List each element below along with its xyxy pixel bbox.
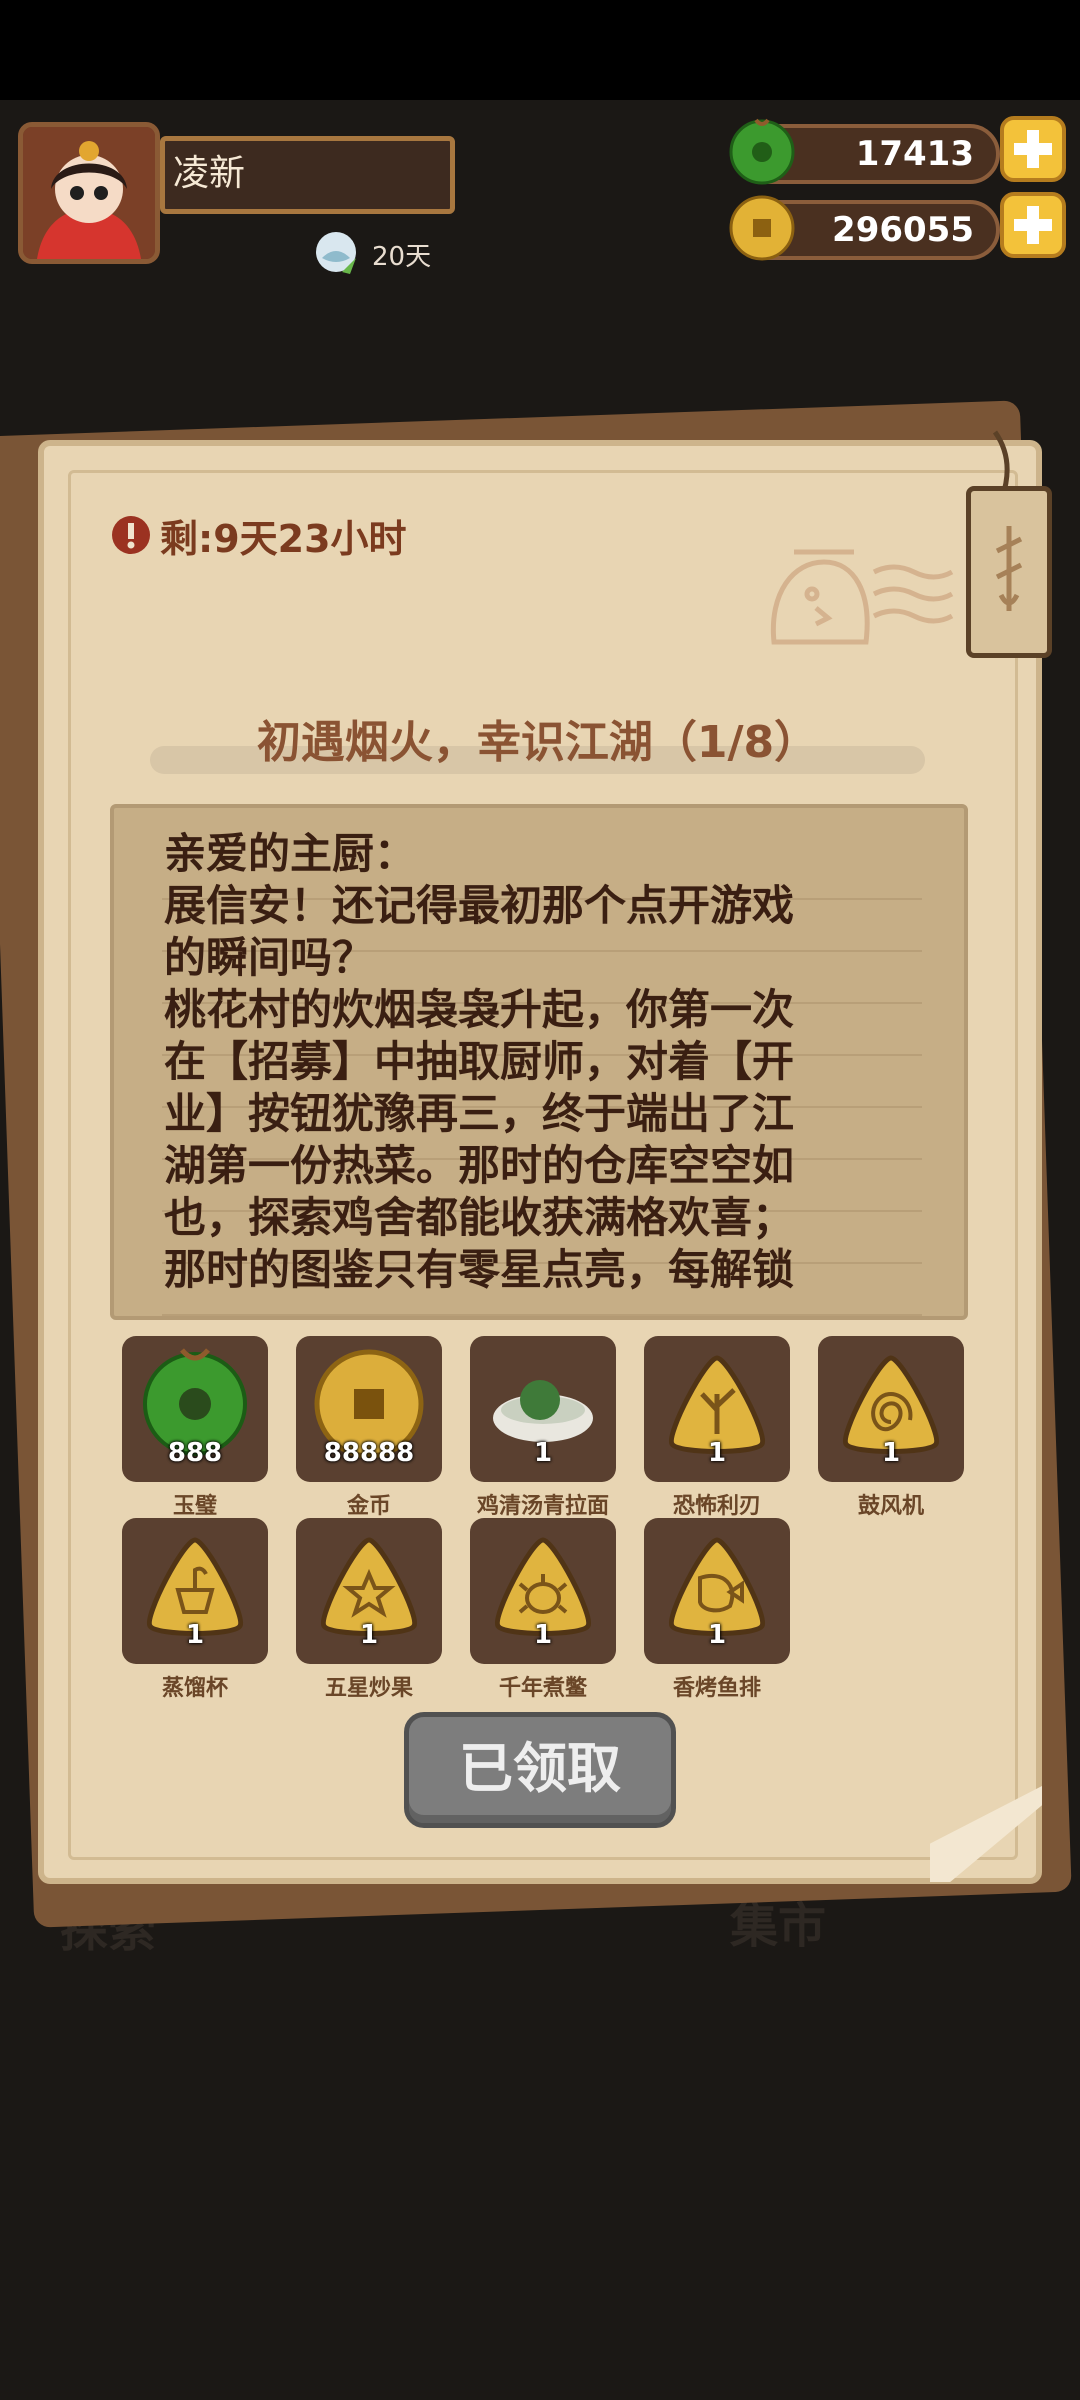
letter-body-text: 亲爱的主厨： 展信安！还记得最初那个点开游戏 的瞬间吗？ 桃花村的炊烟袅袅升起，… — [164, 829, 795, 1294]
coin-add-button[interactable] — [1000, 192, 1066, 258]
reward-count: 1 — [881, 1438, 901, 1468]
reward-name: 五星炒果 — [324, 1676, 413, 1701]
reward-name: 鸡清汤青拉面 — [476, 1494, 609, 1519]
stamp-tag-icon — [995, 526, 1023, 611]
player-name: 凌新 — [160, 136, 455, 214]
duck-stamp-icon — [754, 532, 954, 652]
chef-portrait-icon — [23, 127, 155, 259]
letter-tag — [966, 486, 1052, 658]
globe-days-icon — [312, 228, 362, 278]
reward-count: 1 — [359, 1620, 379, 1650]
reward-name: 香烤鱼排 — [672, 1676, 761, 1701]
jade-disc-icon — [726, 116, 798, 188]
reward-name: 恐怖利刃 — [672, 1494, 761, 1519]
player-avatar[interactable] — [18, 122, 160, 264]
reward-count: 1 — [707, 1438, 727, 1468]
letter-body-box[interactable]: 亲爱的主厨： 展信安！还记得最初那个点开游戏 的瞬间吗？ 桃花村的炊烟袅袅升起，… — [110, 804, 968, 1320]
reward-name: 蒸馏杯 — [161, 1676, 228, 1701]
plus-icon — [1014, 130, 1052, 168]
reward-count: 1 — [707, 1620, 727, 1650]
reward-name: 鼓风机 — [857, 1494, 924, 1519]
plus-icon — [1014, 206, 1052, 244]
letter-title: 初遇烟火，幸识江湖（1/8） — [256, 717, 819, 768]
reward-name: 千年煮鳖 — [498, 1676, 587, 1701]
jade-add-button[interactable] — [1000, 116, 1066, 182]
remaining-time: 剩:9天23小时 — [160, 517, 407, 561]
claimed-button[interactable]: 已领取 — [404, 1712, 676, 1828]
warning-icon — [110, 514, 152, 556]
reward-count: 1 — [185, 1620, 205, 1650]
gold-coin-icon — [726, 192, 798, 264]
reward-name: 金币 — [346, 1494, 391, 1519]
reward-count: 88888 — [323, 1438, 415, 1468]
reward-count: 1 — [533, 1438, 553, 1468]
days-label: 20天 — [372, 242, 432, 272]
reward-count: 1 — [533, 1620, 553, 1650]
reward-count: 888 — [167, 1438, 223, 1468]
reward-name: 玉璧 — [172, 1494, 217, 1519]
status-bar — [0, 0, 1080, 100]
